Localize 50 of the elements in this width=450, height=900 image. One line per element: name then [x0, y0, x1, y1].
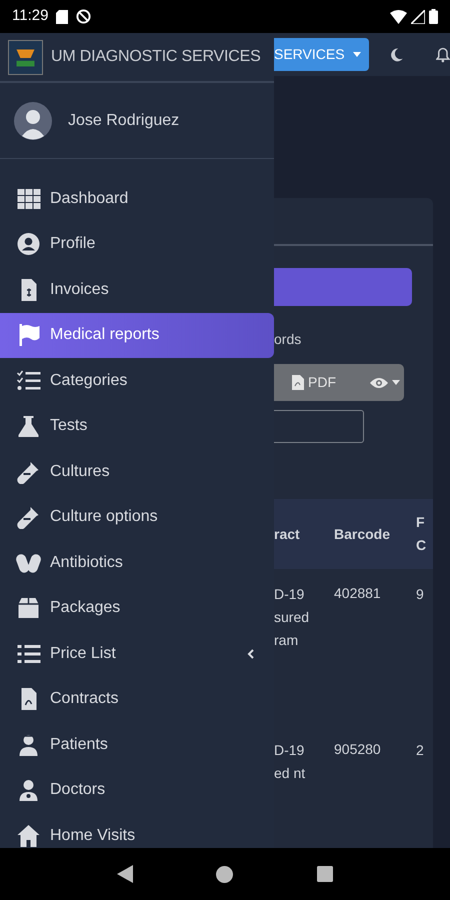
caret-icon [392, 380, 400, 385]
menu-item[interactable]: Doctors [0, 768, 274, 813]
column-header: Barcode [334, 524, 392, 544]
menu-item[interactable]: Profile [0, 222, 274, 267]
table-cell-text: 2 [416, 741, 425, 760]
user-circle-icon [16, 232, 42, 256]
recents-icon[interactable] [317, 866, 334, 882]
search-field[interactable] [274, 410, 364, 443]
app-title: UM DIAGNOSTIC SERVICES [51, 47, 261, 67]
table-cell-text: 9 [416, 585, 425, 604]
caret-icon [352, 52, 361, 57]
menu-item[interactable]: Categories [0, 358, 274, 404]
table-cell-text: D-19 sured ram [274, 585, 310, 650]
menu-item[interactable]: Antibiotics [0, 540, 274, 586]
menu-item[interactable]: Invoices [0, 267, 274, 312]
menu-item[interactable]: Packages [0, 586, 274, 631]
menu-item[interactable]: Price List [0, 631, 274, 676]
signal-icon [411, 10, 425, 24]
menu-item[interactable]: Contracts [0, 676, 274, 722]
pdf-file-icon [292, 375, 304, 390]
back-icon[interactable] [116, 865, 133, 883]
column-header: ract [274, 524, 301, 544]
grid-icon [16, 186, 42, 211]
eye-icon [370, 376, 388, 388]
do-not-disturb-icon [76, 9, 92, 24]
battery-icon [429, 9, 438, 24]
table-cell-text: 905280 [334, 740, 382, 759]
column-header: F C [416, 513, 428, 555]
menu-item[interactable]: Cultures [0, 449, 274, 494]
table-cell-text: 402881 [334, 584, 382, 603]
notification-icon[interactable] [436, 46, 450, 62]
user-name: Jose Rodriguez [68, 110, 180, 130]
home-icon[interactable] [216, 866, 234, 882]
menu-item[interactable]: Patients [0, 722, 274, 768]
menu-item[interactable]: Home Visits [0, 813, 274, 848]
status-time: 11:29 [12, 6, 48, 26]
house-icon [16, 824, 42, 848]
avatar-icon [14, 102, 52, 140]
sd-card-icon [56, 10, 68, 24]
menu-item[interactable]: Medical reports [0, 312, 274, 358]
logo-icon [8, 40, 43, 74]
pdf-button[interactable]: PDF [286, 371, 342, 394]
caption-text: ords [274, 330, 302, 349]
table-cell-text: D-19 ed nt [274, 741, 306, 783]
menu-item[interactable]: Culture options [0, 494, 274, 540]
dark-mode-icon[interactable] [388, 46, 404, 62]
menu-item[interactable]: Dashboard [0, 176, 274, 222]
checklist-icon [16, 368, 42, 393]
menu-item[interactable]: Tests [0, 404, 274, 449]
wifi-icon [390, 10, 407, 24]
